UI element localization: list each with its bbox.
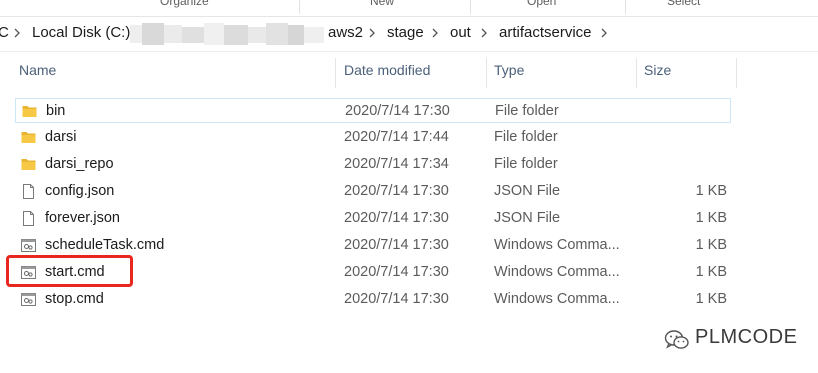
file-name: stop.cmd (45, 291, 104, 307)
folder-icon (21, 159, 36, 170)
file-name: darsi (45, 129, 77, 145)
column-divider[interactable] (335, 58, 336, 88)
folder-icon (21, 132, 36, 143)
cmd-file-icon (21, 239, 36, 252)
ribbon-separator (299, 0, 300, 14)
watermark-text: PLMCODE (695, 326, 798, 348)
folder-icon (22, 106, 37, 117)
column-header-type[interactable]: Type (494, 62, 524, 78)
file-date: 2020/7/14 17:34 (344, 156, 449, 172)
file-name: scheduleTask.cmd (45, 237, 165, 253)
file-row-forever-json[interactable]: forever.json 2020/7/14 17:30 JSON File 1… (15, 206, 731, 231)
file-row-config-json[interactable]: config.json 2020/7/14 17:30 JSON File 1 … (15, 179, 731, 204)
chevron-right-icon[interactable] (477, 26, 491, 40)
file-type: Windows Comma... (494, 291, 620, 307)
cmd-file-icon (21, 293, 36, 306)
file-size: 1 KB (695, 264, 727, 280)
address-bar-border (0, 51, 818, 52)
ribbon-group-organize[interactable]: Organize (160, 0, 209, 8)
wechat-icon (664, 330, 689, 349)
file-size: 1 KB (695, 237, 727, 253)
ribbon-group-new[interactable]: New (370, 0, 394, 8)
file-row-stop-cmd[interactable]: stop.cmd 2020/7/14 17:30 Windows Comma..… (15, 287, 731, 312)
column-header-name[interactable]: Name (19, 62, 56, 78)
file-icon (23, 211, 34, 226)
column-header-date[interactable]: Date modified (344, 62, 430, 78)
breadcrumb-item-out[interactable]: out (450, 24, 471, 41)
ribbon: Organize New Open Select (0, 0, 818, 16)
file-row-darsi[interactable]: darsi 2020/7/14 17:44 File folder (15, 125, 731, 150)
breadcrumb-item-aws2[interactable]: aws2 (328, 24, 363, 41)
file-date: 2020/7/14 17:30 (344, 237, 449, 253)
file-type: File folder (495, 103, 559, 119)
file-name: darsi_repo (45, 156, 114, 172)
file-date: 2020/7/14 17:44 (344, 129, 449, 145)
file-row-darsi-repo[interactable]: darsi_repo 2020/7/14 17:34 File folder (15, 152, 731, 177)
file-type: JSON File (494, 183, 561, 199)
breadcrumb-item-stage[interactable]: stage (387, 24, 424, 41)
address-bar[interactable]: C Local Disk (C:) aws2 stage out artifac… (0, 17, 818, 51)
file-type: File folder (494, 156, 558, 172)
chevron-right-icon[interactable] (365, 26, 379, 40)
file-size: 1 KB (695, 291, 727, 307)
chevron-right-icon[interactable] (597, 26, 611, 40)
file-row-bin[interactable]: bin 2020/7/14 17:30 File folder (15, 98, 731, 123)
chevron-right-icon[interactable] (10, 26, 24, 40)
breadcrumb-item-artifactservice[interactable]: artifactservice (499, 24, 592, 41)
column-divider[interactable] (486, 58, 487, 88)
file-type: JSON File (494, 210, 561, 226)
file-date: 2020/7/14 17:30 (345, 103, 450, 119)
file-icon (23, 184, 34, 199)
file-type: Windows Comma... (494, 264, 620, 280)
highlight-box (6, 255, 133, 287)
ribbon-group-select[interactable]: Select (667, 0, 700, 8)
ribbon-group-open[interactable]: Open (527, 0, 556, 8)
ribbon-separator (625, 0, 626, 14)
breadcrumb-item-local-disk[interactable]: Local Disk (C:) (32, 24, 130, 41)
column-divider[interactable] (636, 58, 637, 88)
file-size: 1 KB (695, 210, 727, 226)
file-date: 2020/7/14 17:30 (344, 291, 449, 307)
file-type: Windows Comma... (494, 237, 620, 253)
file-type: File folder (494, 129, 558, 145)
file-date: 2020/7/14 17:30 (344, 264, 449, 280)
file-date: 2020/7/14 17:30 (344, 210, 449, 226)
column-divider[interactable] (736, 58, 737, 88)
breadcrumb-item-c[interactable]: C (0, 24, 9, 41)
file-name: config.json (45, 183, 115, 199)
file-size: 1 KB (695, 183, 727, 199)
ribbon-separator (470, 0, 471, 14)
file-name: bin (46, 103, 66, 119)
column-header-size[interactable]: Size (644, 62, 671, 78)
file-date: 2020/7/14 17:30 (344, 183, 449, 199)
file-name: forever.json (45, 210, 120, 226)
chevron-right-icon[interactable] (428, 26, 442, 40)
